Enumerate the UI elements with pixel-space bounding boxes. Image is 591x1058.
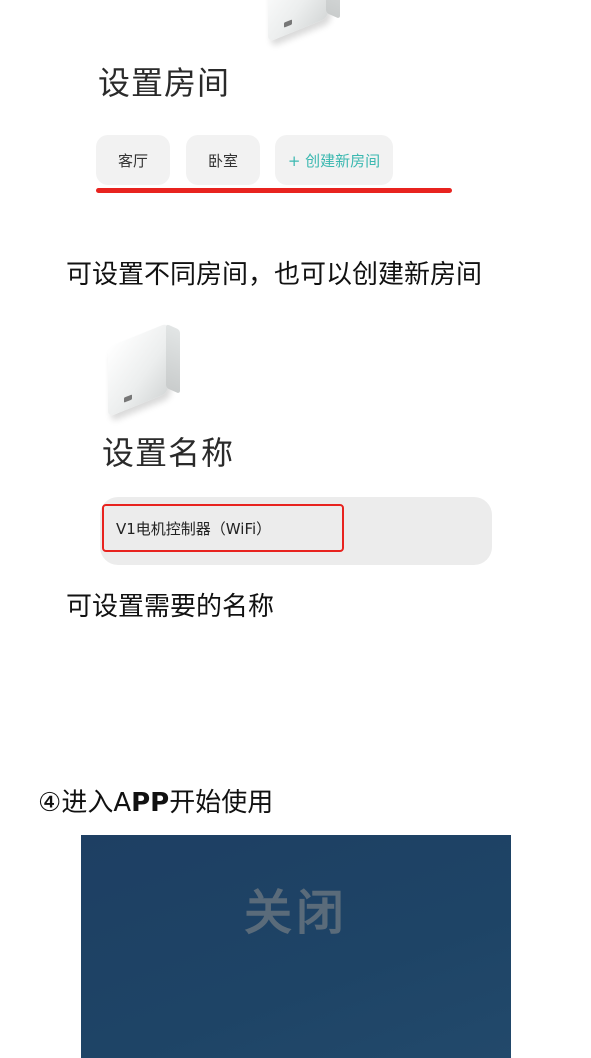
- step4-text-before: 进入A: [61, 788, 132, 818]
- step4-heading: ④进入APP开始使用: [38, 782, 273, 819]
- room-chip-bedroom[interactable]: 卧室: [186, 135, 260, 185]
- step4-text-after: 开始使用: [169, 788, 274, 818]
- device-illustration-top: [268, 0, 340, 43]
- room-caption: 可设置不同房间，也可以创建新房间: [66, 260, 483, 290]
- device-illustration: [108, 322, 180, 418]
- device-name-value: V1电机控制器（WiFi）: [102, 504, 344, 552]
- highlight-underline: [96, 188, 452, 193]
- room-chip-living-room[interactable]: 客厅: [96, 135, 170, 185]
- app-preview-panel: 关闭: [81, 835, 511, 1058]
- name-section-title: 设置名称: [102, 434, 235, 472]
- create-room-button[interactable]: + 创建新房间: [275, 135, 393, 185]
- name-caption: 可设置需要的名称: [66, 592, 275, 622]
- room-section-title: 设置房间: [98, 64, 231, 102]
- step4-number: ④: [38, 788, 62, 818]
- step4-text-bold: PP: [131, 788, 170, 818]
- close-button[interactable]: 关闭: [81, 873, 511, 943]
